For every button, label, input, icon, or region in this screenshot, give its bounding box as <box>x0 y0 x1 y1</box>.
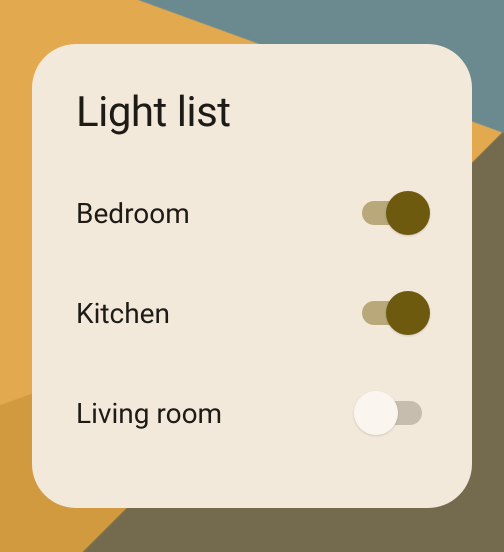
light-toggle-bedroom[interactable] <box>356 195 428 231</box>
switch-thumb <box>386 291 430 335</box>
switch-thumb <box>354 391 398 435</box>
switch-thumb <box>386 191 430 235</box>
light-label: Bedroom <box>76 197 190 230</box>
light-toggle-living-room[interactable] <box>356 395 428 431</box>
light-list-card: Light list Bedroom Kitchen Living room <box>32 44 472 508</box>
light-row-kitchen: Kitchen <box>76 285 428 341</box>
light-label: Kitchen <box>76 297 170 330</box>
light-toggle-kitchen[interactable] <box>356 295 428 331</box>
card-title: Light list <box>76 88 428 137</box>
light-row-bedroom: Bedroom <box>76 185 428 241</box>
light-row-living-room: Living room <box>76 385 428 441</box>
light-label: Living room <box>76 397 222 430</box>
